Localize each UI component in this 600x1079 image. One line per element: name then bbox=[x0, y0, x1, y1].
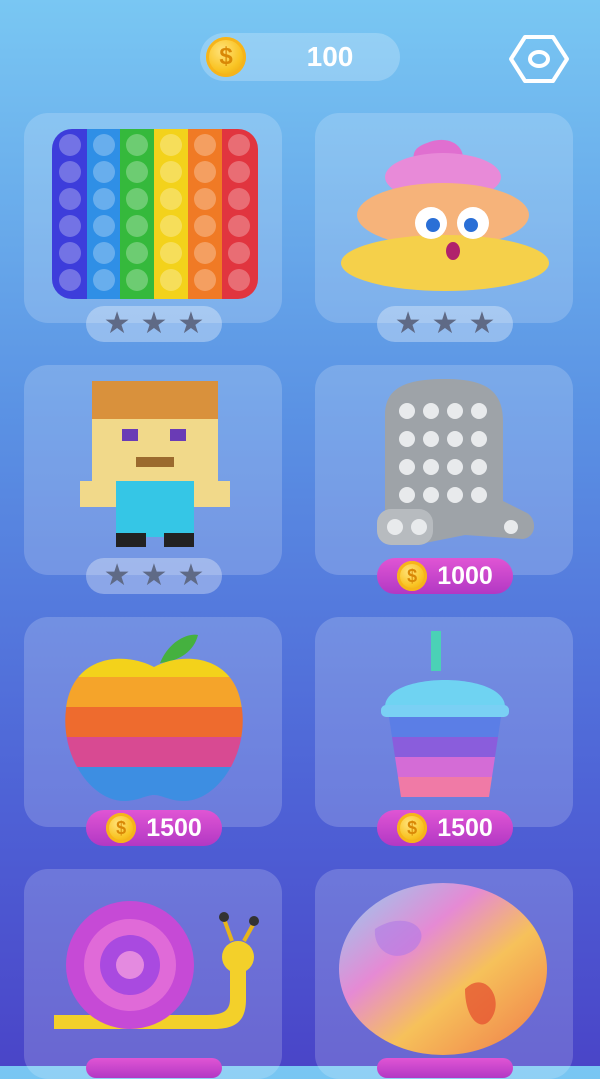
item-card-marble-oval[interactable] bbox=[315, 869, 573, 1079]
item-card-rainbow-rectangle[interactable] bbox=[24, 113, 282, 323]
star-icon: ★ bbox=[177, 559, 205, 592]
coin-icon: $ bbox=[397, 561, 428, 591]
price-badge[interactable]: $ 1500 bbox=[377, 810, 513, 846]
price-badge[interactable] bbox=[86, 1058, 222, 1078]
star-icon: ★ bbox=[140, 559, 168, 592]
item-card-poop-emoji[interactable] bbox=[315, 113, 573, 323]
price-badge[interactable] bbox=[377, 1058, 513, 1078]
star-rating: ★ ★ ★ bbox=[86, 306, 222, 342]
item-card-rainbow-cup[interactable] bbox=[315, 617, 573, 827]
rainbow-rectangle-icon bbox=[52, 129, 258, 299]
star-icon: ★ bbox=[177, 307, 205, 340]
poop-emoji-icon bbox=[341, 139, 549, 291]
price-label: 1500 bbox=[146, 813, 202, 842]
top-bar: $ 100 bbox=[0, 0, 600, 110]
star-icon: ★ bbox=[140, 307, 168, 340]
coin-amount: 100 bbox=[306, 41, 354, 72]
star-icon: ★ bbox=[394, 307, 422, 340]
coin-icon: $ bbox=[397, 813, 428, 843]
coin-icon: $ bbox=[106, 813, 137, 843]
item-card-silver-crewmate[interactable] bbox=[315, 365, 573, 575]
price-badge[interactable]: $ 1500 bbox=[86, 810, 222, 846]
star-rating: ★ ★ ★ bbox=[377, 306, 513, 342]
star-icon: ★ bbox=[468, 307, 496, 340]
price-badge[interactable]: $ 1000 bbox=[377, 558, 513, 594]
silver-crewmate-icon bbox=[377, 379, 535, 545]
marble-oval-icon bbox=[339, 883, 547, 1055]
item-card-rainbow-apple[interactable] bbox=[24, 617, 282, 827]
star-rating: ★ ★ ★ bbox=[86, 558, 222, 594]
snail-icon bbox=[54, 901, 259, 1029]
rainbow-apple-icon bbox=[65, 634, 243, 801]
rainbow-cup-icon bbox=[381, 631, 509, 797]
item-card-snail[interactable] bbox=[24, 869, 282, 1079]
star-icon: ★ bbox=[103, 307, 131, 340]
item-card-block-man[interactable] bbox=[24, 365, 282, 575]
coin-balance: $ 100 bbox=[200, 33, 400, 81]
star-icon: ★ bbox=[103, 559, 131, 592]
price-label: 1000 bbox=[437, 561, 493, 590]
coin-icon: $ bbox=[206, 37, 246, 77]
settings-hexagon-icon bbox=[509, 35, 569, 83]
price-label: 1500 bbox=[437, 813, 493, 842]
star-icon: ★ bbox=[431, 307, 459, 340]
block-man-icon bbox=[80, 381, 230, 547]
settings-button[interactable] bbox=[508, 34, 570, 84]
